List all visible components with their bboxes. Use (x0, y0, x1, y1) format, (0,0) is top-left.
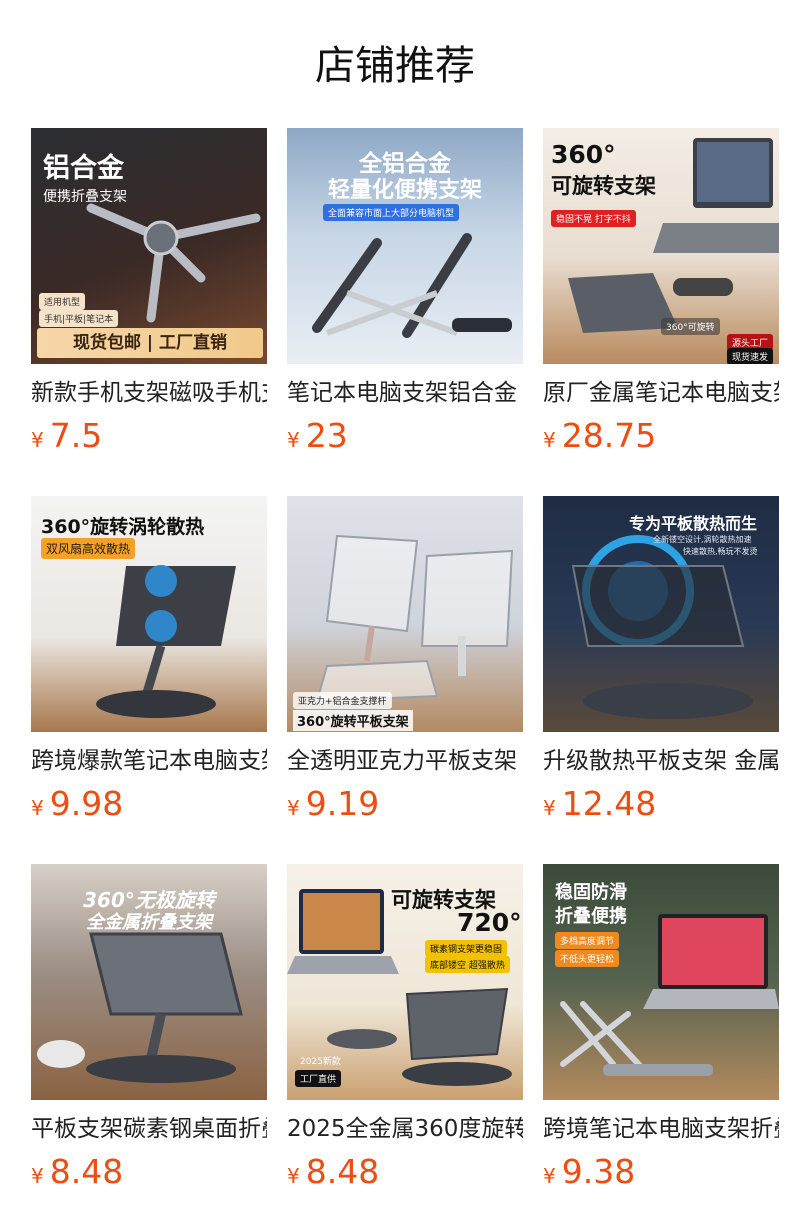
overlay-badge: 现货速发 (727, 348, 774, 364)
product-price: ¥28.75 (543, 416, 656, 456)
price-amount: 23 (305, 416, 348, 455)
product-image[interactable]: 专为平板散热而生 全新镂空设计,涡轮散热加速 快速散热,畅玩不发烫 (543, 496, 779, 732)
overlay-badge: 碳素钢支架更稳固 (425, 940, 508, 957)
product-title[interactable]: 原厂金属笔记本电脑支架 (543, 376, 779, 410)
product-price: ¥23 (287, 416, 348, 456)
product-title[interactable]: 跨境笔记本电脑支架折叠 (543, 1112, 779, 1146)
currency-symbol: ¥ (287, 428, 300, 452)
price-amount: 9.98 (49, 784, 124, 823)
currency-symbol: ¥ (543, 1164, 556, 1188)
price-amount: 8.48 (305, 1152, 380, 1191)
product-card[interactable]: 专为平板散热而生 全新镂空设计,涡轮散热加速 快速散热,畅玩不发烫 升级散热平板… (543, 496, 779, 823)
currency-symbol: ¥ (287, 796, 300, 820)
product-card[interactable]: 360° 可旋转支架 稳固不晃 打字不抖 360°可旋转 源头工厂 现货速发 原… (543, 128, 779, 455)
product-card[interactable]: 全铝合金 轻量化便携支架 全面兼容市面上大部分电脑机型 笔记本电脑支架铝合金 ¥… (287, 128, 523, 455)
page-title: 店铺推荐 (315, 43, 475, 89)
overlay-badge: 全面兼容市面上大部分电脑机型 (323, 204, 460, 221)
currency-symbol: ¥ (31, 428, 44, 452)
overlay-headline: 360°旋转涡轮散热 (41, 516, 205, 538)
overlay-banner: 现货包邮 | 工厂直销 (37, 328, 263, 358)
overlay-headline: 稳固防滑 (555, 882, 627, 903)
currency-symbol: ¥ (31, 796, 44, 820)
product-image[interactable]: 亚克力+铝合金支撑杆 360°旋转平板支架 (287, 496, 523, 732)
product-price: ¥8.48 (287, 1152, 379, 1192)
overlay-badge: 底部镂空 超强散热 (425, 956, 510, 973)
overlay-headline: 360° (551, 140, 616, 169)
overlay-headline: 360°旋转平板支架 (293, 710, 413, 731)
product-title[interactable]: 平板支架碳素钢桌面折叠 (31, 1112, 267, 1146)
overlay-subline: 可旋转支架 (551, 174, 656, 198)
overlay-subline: 快速散热,畅玩不发烫 (683, 547, 758, 556)
overlay-badge: 适用机型 (39, 293, 86, 310)
product-title[interactable]: 升级散热平板支架 金属 (543, 744, 779, 778)
price-amount: 7.5 (49, 416, 103, 455)
product-image[interactable]: 可旋转支架 720° 碳素钢支架更稳固 底部镂空 超强散热 2025新款 工厂直… (287, 864, 523, 1100)
currency-symbol: ¥ (31, 1164, 44, 1188)
currency-symbol: ¥ (287, 1164, 300, 1188)
product-image[interactable]: 稳固防滑 折叠便携 多档高度调节 不低头更轻松 (543, 864, 779, 1100)
overlay-subline: 轻量化便携支架 (327, 178, 482, 203)
overlay-badge: 手机|平板|笔记本 (39, 310, 119, 327)
product-price: ¥9.98 (31, 784, 123, 824)
product-card[interactable]: 稳固防滑 折叠便携 多档高度调节 不低头更轻松 跨境笔记本电脑支架折叠 ¥9.3… (543, 864, 779, 1191)
overlay-badge: 不低头更轻松 (555, 950, 620, 967)
overlay-subline: 全金属折叠支架 (86, 912, 212, 933)
product-title[interactable]: 跨境爆款笔记本电脑支架 (31, 744, 267, 778)
overlay-subline: 折叠便携 (555, 906, 627, 927)
product-title[interactable]: 笔记本电脑支架铝合金 (287, 376, 523, 410)
product-image[interactable]: 铝合金 便携折叠支架 适用机型 手机|平板|笔记本 现货包邮 | 工厂直销 (31, 128, 267, 364)
product-title[interactable]: 全透明亚克力平板支架 (287, 744, 523, 778)
overlay-badge: 360°可旋转 (661, 318, 720, 335)
product-card[interactable]: 铝合金 便携折叠支架 适用机型 手机|平板|笔记本 现货包邮 | 工厂直销 新款… (31, 128, 267, 455)
product-title[interactable]: 2025全金属360度旋转 (287, 1112, 523, 1146)
product-image[interactable]: 360° 可旋转支架 稳固不晃 打字不抖 360°可旋转 源头工厂 现货速发 (543, 128, 779, 364)
price-amount: 9.19 (305, 784, 380, 823)
overlay-badge: 2025新款 (300, 1057, 341, 1067)
product-price: ¥9.38 (543, 1152, 635, 1192)
product-price: ¥12.48 (543, 784, 656, 824)
product-price: ¥7.5 (31, 416, 102, 456)
product-price: ¥9.19 (287, 784, 379, 824)
product-card[interactable]: 亚克力+铝合金支撑杆 360°旋转平板支架 全透明亚克力平板支架 ¥9.19 (287, 496, 523, 823)
price-amount: 8.48 (49, 1152, 124, 1191)
overlay-badge: 工厂直供 (295, 1070, 342, 1087)
overlay-subline: 便携折叠支架 (43, 189, 127, 205)
overlay-subline: 720° (457, 908, 522, 937)
overlay-badge: 亚克力+铝合金支撑杆 (293, 692, 392, 709)
product-price: ¥8.48 (31, 1152, 123, 1192)
price-amount: 9.38 (561, 1152, 636, 1191)
product-image[interactable]: 360°无极旋转 全金属折叠支架 (31, 864, 267, 1100)
overlay-headline: 铝合金 (43, 153, 124, 184)
product-card[interactable]: 360°旋转涡轮散热 双风扇高效散热 跨境爆款笔记本电脑支架 ¥9.98 (31, 496, 267, 823)
product-card[interactable]: 可旋转支架 720° 碳素钢支架更稳固 底部镂空 超强散热 2025新款 工厂直… (287, 864, 523, 1191)
currency-symbol: ¥ (543, 428, 556, 452)
currency-symbol: ¥ (543, 796, 556, 820)
overlay-badge: 双风扇高效散热 (41, 538, 136, 559)
overlay-badge: 多档高度调节 (555, 932, 620, 949)
overlay-badge: 稳固不晃 打字不抖 (551, 210, 636, 227)
product-card[interactable]: 360°无极旋转 全金属折叠支架 平板支架碳素钢桌面折叠 ¥8.48 (31, 864, 267, 1191)
product-image[interactable]: 全铝合金 轻量化便携支架 全面兼容市面上大部分电脑机型 (287, 128, 523, 364)
overlay-headline: 专为平板散热而生 (629, 514, 758, 533)
price-amount: 28.75 (561, 416, 657, 455)
product-image[interactable]: 360°旋转涡轮散热 双风扇高效散热 (31, 496, 267, 732)
price-amount: 12.48 (561, 784, 657, 823)
overlay-subline: 全新镂空设计,涡轮散热加速 (653, 535, 752, 544)
product-title[interactable]: 新款手机支架磁吸手机支架 (31, 376, 267, 410)
